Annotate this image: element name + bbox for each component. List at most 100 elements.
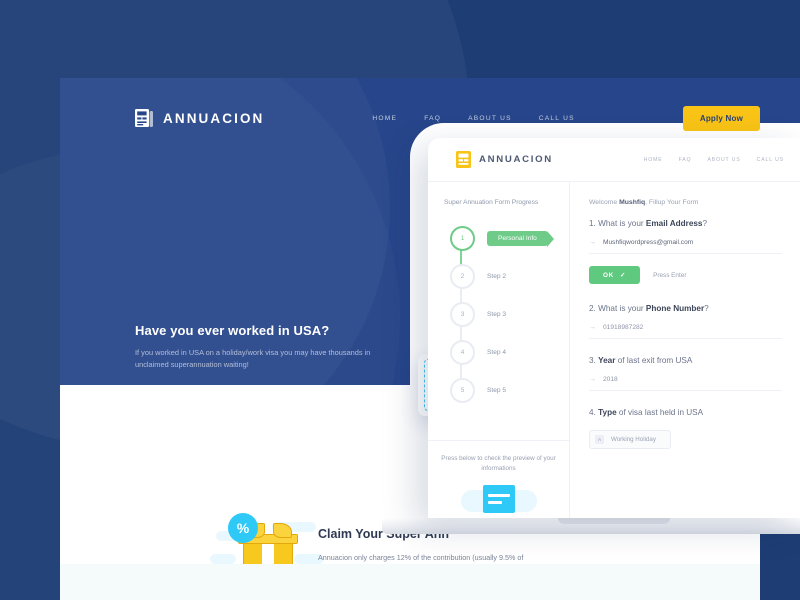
q3-number: 3. <box>589 356 596 365</box>
question-block-2: 2. What is your Phone Number? → 01918987… <box>589 304 782 339</box>
answer-field-email[interactable]: → Mushfiqwordpress@gmail.com <box>589 239 782 254</box>
step-number: 3 <box>450 301 475 327</box>
arrow-right-icon: → <box>589 376 596 383</box>
gift-box-icon: % <box>210 513 330 564</box>
welcome-text: Welcome Mushfiq, Fillup Your Form <box>589 199 782 206</box>
doc-line <box>487 493 510 497</box>
step-label: Step 2 <box>487 272 507 280</box>
app-nav: HOME FAQ ABOUT US CALL US <box>644 157 784 163</box>
q3-bold: Year <box>598 356 616 365</box>
answer-value-year: 2018 <box>603 376 618 383</box>
cloud-shape <box>210 554 236 564</box>
step-label: Step 3 <box>487 310 507 318</box>
site-header: ANNUACION HOME FAQ ABOUT US CALL US Appl… <box>60 96 800 140</box>
step-number: 1 <box>450 225 475 251</box>
answer-value-phone: 01918987282 <box>603 324 644 331</box>
laptop-notch <box>558 518 670 524</box>
arrow-right-icon: → <box>589 324 596 331</box>
q4-after: of visa last held in USA <box>616 408 704 417</box>
laptop-mockup: ANNUACION HOME FAQ ABOUT US CALL US Supe… <box>382 138 800 534</box>
option-label: Working Holiday <box>611 436 656 443</box>
step-label: Step 4 <box>487 348 507 356</box>
form-main: Welcome Mushfiq, Fillup Your Form 1. Wha… <box>570 182 800 518</box>
question-block-4: 4. Type of visa last held in USA A Worki… <box>589 408 782 449</box>
app-nav-item-call-us[interactable]: CALL US <box>757 157 784 163</box>
hero-subtitle: If you worked in USA on a holiday/work v… <box>135 348 371 369</box>
apply-now-button[interactable]: Apply Now <box>682 105 760 131</box>
form-progress-sidebar: Super Annuation Form Progress 1 Personal… <box>428 182 570 518</box>
app-nav-item-home[interactable]: HOME <box>644 157 663 163</box>
answer-field-phone[interactable]: → 01918987282 <box>589 324 782 339</box>
q1-number: 1. <box>589 219 596 228</box>
check-icon: ✓ <box>620 272 627 279</box>
progress-title: Super Annuation Form Progress <box>444 199 539 206</box>
answer-value-email: Mushfiqwordpress@gmail.com <box>603 239 694 246</box>
sidebar-footer: Press below to check the preview of your… <box>428 440 569 518</box>
app-nav-item-about-us[interactable]: ABOUT US <box>707 157 740 163</box>
option-working-holiday[interactable]: A Working Holiday <box>589 430 671 449</box>
laptop-screen: ANNUACION HOME FAQ ABOUT US CALL US Supe… <box>428 138 800 518</box>
screenshot-canvas: ANNUACION HOME FAQ ABOUT US CALL US Appl… <box>0 0 800 600</box>
q3-after: of last exit from USA <box>615 356 693 365</box>
document-icon[interactable] <box>482 484 515 513</box>
navy-corner-block <box>760 530 800 600</box>
nav-item-about-us[interactable]: ABOUT US <box>468 115 512 122</box>
q4-number: 4. <box>589 408 596 417</box>
step-item-3[interactable]: 3 Step 3 <box>450 295 569 352</box>
question-block-1: 1. What is your Email Address? → Mushfiq… <box>589 219 782 284</box>
step-number: 4 <box>450 339 475 365</box>
step-number: 5 <box>450 377 475 403</box>
doc-line <box>487 500 502 504</box>
preview-button-wrap[interactable] <box>428 483 569 515</box>
welcome-user: Mushfiq <box>619 199 646 206</box>
progress-steps: 1 Personal Info 2 Step 2 3 Step 3 4 Step… <box>428 206 569 409</box>
app-brand-name: ANNUACION <box>479 154 553 165</box>
hero-title: Have you ever worked in USA? <box>135 323 330 338</box>
newspaper-icon <box>135 107 155 129</box>
q1-bold: Email Address <box>645 219 703 228</box>
answer-field-year[interactable]: → 2018 <box>589 376 782 391</box>
ok-label: OK <box>603 271 614 279</box>
question-2-text: 2. What is your Phone Number? <box>589 304 782 313</box>
q1-after: ? <box>702 219 708 228</box>
hero-copy: Have you ever worked in USA? If you work… <box>135 323 405 371</box>
nav-item-call-us[interactable]: CALL US <box>539 115 575 122</box>
arrow-right-icon: → <box>589 239 596 246</box>
ok-row: OK ✓ Press Enter <box>589 266 782 284</box>
option-key-badge: A <box>595 435 604 444</box>
step-item-5[interactable]: 5 Step 5 <box>450 371 569 409</box>
q4-bold: Type <box>598 408 617 417</box>
step-item-4[interactable]: 4 Step 4 <box>450 333 569 390</box>
app-header: ANNUACION HOME FAQ ABOUT US CALL US <box>428 138 800 182</box>
step-label-personal-info: Personal Info <box>487 230 554 247</box>
step-label: Step 5 <box>487 386 507 394</box>
step-item-1[interactable]: 1 Personal Info <box>450 219 569 276</box>
app-body: Super Annuation Form Progress 1 Personal… <box>428 182 800 518</box>
claim-paragraph: Annuacion only charges 12% of the contri… <box>318 553 524 562</box>
newspaper-icon <box>456 151 471 168</box>
welcome-suffix: , Fillup Your Form <box>645 199 699 206</box>
main-nav: HOME FAQ ABOUT US CALL US <box>372 115 574 122</box>
gift-bow-right <box>273 523 292 538</box>
ok-button[interactable]: OK ✓ <box>589 266 641 284</box>
question-1-text: 1. What is your Email Address? <box>589 219 782 228</box>
q2-bold: Phone Number <box>645 304 705 313</box>
question-4-text: 4. Type of visa last held in USA <box>589 408 782 417</box>
question-3-text: 3. Year of last exit from USA <box>589 356 782 365</box>
q2-number: 2. <box>589 304 596 313</box>
q1-before: What is your <box>598 219 646 228</box>
step-number: 2 <box>450 263 475 289</box>
app-nav-item-faq[interactable]: FAQ <box>679 157 692 163</box>
brand-name: ANNUACION <box>163 110 265 126</box>
q2-after: ? <box>704 304 709 313</box>
press-enter-hint: Press Enter <box>653 271 687 279</box>
nav-item-home[interactable]: HOME <box>372 115 397 122</box>
preview-hint-text: Press below to check the preview of your… <box>441 455 556 473</box>
percent-badge: % <box>228 513 258 543</box>
q2-before: What is your <box>598 304 646 313</box>
step-item-2[interactable]: 2 Step 2 <box>450 257 569 314</box>
brand[interactable]: ANNUACION <box>135 107 264 129</box>
nav-item-faq[interactable]: FAQ <box>424 115 441 122</box>
welcome-prefix: Welcome <box>589 199 620 206</box>
question-block-3: 3. Year of last exit from USA → 2018 <box>589 356 782 391</box>
